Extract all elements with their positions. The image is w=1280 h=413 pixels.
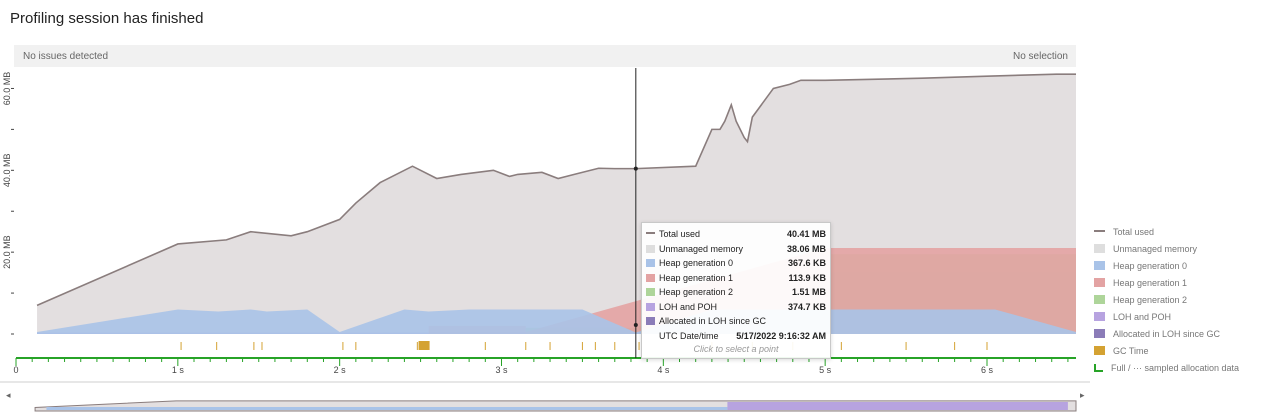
legend-label: Full / ··· sampled allocation data	[1111, 362, 1240, 373]
tooltip-row: LOH and POH 374.7 KB	[646, 300, 826, 314]
tooltip-value: 1.51 MB	[791, 287, 826, 297]
color-swatch	[1094, 244, 1105, 253]
legend-item[interactable]: Unmanaged memory	[1094, 240, 1280, 257]
tooltip-swatch	[646, 273, 655, 282]
tooltip-swatch	[646, 259, 655, 267]
cursor-point	[633, 166, 638, 171]
legend-item[interactable]: Total used	[1094, 223, 1280, 240]
chart-legend: Total used Unmanaged memory Heap generatio…	[1094, 223, 1280, 376]
overview-heap-band	[46, 407, 728, 410]
legend-item[interactable]: Heap generation 2	[1094, 291, 1280, 308]
x-tick-label: 4 s	[657, 365, 670, 375]
tooltip-swatch	[646, 244, 655, 253]
legend-item[interactable]: GC Time	[1094, 342, 1280, 359]
color-swatch	[1094, 295, 1105, 304]
tooltip-label: Total used	[659, 229, 701, 239]
tooltip-swatch	[646, 288, 655, 296]
color-swatch	[1094, 261, 1105, 270]
color-swatch	[1094, 346, 1105, 355]
legend-item[interactable]: LOH and POH	[1094, 308, 1280, 325]
y-tick-label: 60.0 MB	[2, 72, 12, 106]
x-tick-label: 6 s	[981, 365, 994, 375]
color-swatch	[1094, 329, 1105, 338]
legend-item[interactable]: Heap generation 1	[1094, 274, 1280, 291]
tooltip-label: Unmanaged memory	[659, 243, 744, 254]
y-tick-label: 40.0 MB	[2, 154, 12, 188]
tooltip-label: Heap generation 2	[659, 287, 734, 297]
legend-label: Total used	[1113, 226, 1155, 237]
tooltip-label: LOH and POH	[659, 301, 718, 312]
x-axis: 0 1 s 2 s 3 s 4 s 5 s 6 s	[13, 357, 1076, 375]
legend-label: LOH and POH	[1113, 311, 1172, 322]
tooltip-label: Heap generation 0	[659, 258, 734, 268]
legend-label: Unmanaged memory	[1113, 243, 1198, 254]
overview-loh-band	[727, 402, 1068, 410]
scroll-left-arrow[interactable]: ◂	[6, 390, 11, 401]
plot-area[interactable]	[36, 73, 1076, 334]
tooltip-value: 5/17/2022 9:16:32 AM	[736, 330, 826, 341]
scroll-right-arrow[interactable]: ▸	[1080, 390, 1085, 401]
tooltip-label: Allocated in LOH since GC	[659, 316, 767, 326]
tooltip-value: 374.7 KB	[787, 301, 826, 312]
tooltip-label: UTC Date/time	[659, 330, 719, 341]
tooltip-row: Unmanaged memory 38.06 MB	[646, 242, 826, 256]
tooltip-value: 38.06 MB	[786, 243, 826, 254]
heap-generation-0-area	[37, 309, 1076, 334]
tooltip-swatch	[646, 317, 655, 325]
x-tick-label: 1 s	[172, 365, 185, 375]
tooltip-value: 367.6 KB	[787, 258, 826, 268]
y-axis: 60.0 MB 40.0 MB 20.0 MB	[2, 72, 14, 335]
x-tick-label: 0	[13, 365, 18, 375]
tooltip-label: Heap generation 1	[659, 272, 734, 283]
legend-label: GC Time	[1113, 345, 1149, 356]
legend-item[interactable]: Full / ··· sampled allocation data	[1094, 359, 1280, 376]
legend-item[interactable]: Heap generation 0	[1094, 257, 1280, 274]
gc-time-row	[180, 341, 988, 350]
legend-label: Heap generation 1	[1113, 277, 1188, 288]
color-swatch	[1094, 312, 1105, 321]
tooltip-hint: Click to select a point	[693, 344, 779, 354]
tooltip-row: Heap generation 2 1.51 MB	[646, 285, 826, 299]
step-line-icon	[1094, 363, 1103, 372]
tooltip-value: 40.41 MB	[786, 229, 826, 239]
color-swatch	[1094, 278, 1105, 287]
y-tick-label: 20.0 MB	[2, 235, 12, 269]
legend-label: Heap generation 2	[1113, 294, 1188, 305]
x-tick-label: 3 s	[495, 365, 508, 375]
tooltip-swatch	[646, 232, 655, 236]
legend-label: Heap generation 0	[1113, 260, 1188, 271]
tooltip-row: Total used 40.41 MB	[646, 227, 826, 241]
line-swatch-icon	[1094, 229, 1105, 234]
cursor-point	[633, 323, 638, 327]
tooltip-row: Heap generation 1 113.9 KB	[646, 271, 826, 285]
tooltip-value: 113.9 KB	[788, 272, 826, 283]
legend-label: Allocated in LOH since GC	[1113, 328, 1221, 339]
memory-chart[interactable]: 60.0 MB 40.0 MB 20.0 MB 0 1 s 2 s 3 s 4 s 5 s 6 …	[0, 0, 1090, 413]
x-tick-label: 2 s	[334, 365, 347, 375]
tooltip-row: Heap generation 0 367.6 KB	[646, 256, 826, 270]
tooltip-swatch	[646, 332, 655, 340]
tooltip-row: Allocated in LOH since GC	[646, 314, 826, 328]
x-tick-label: 5 s	[819, 365, 832, 375]
tooltip-row: UTC Date/time 5/17/2022 9:16:32 AM	[646, 329, 826, 343]
gc-time-block	[418, 341, 430, 350]
tooltip-swatch	[646, 302, 655, 311]
timeline-overview[interactable]	[0, 381, 1090, 412]
legend-item[interactable]: Allocated in LOH since GC	[1094, 325, 1280, 342]
data-tooltip: Total used 40.41 MB Unmanaged memory 38.06 …	[641, 222, 831, 359]
